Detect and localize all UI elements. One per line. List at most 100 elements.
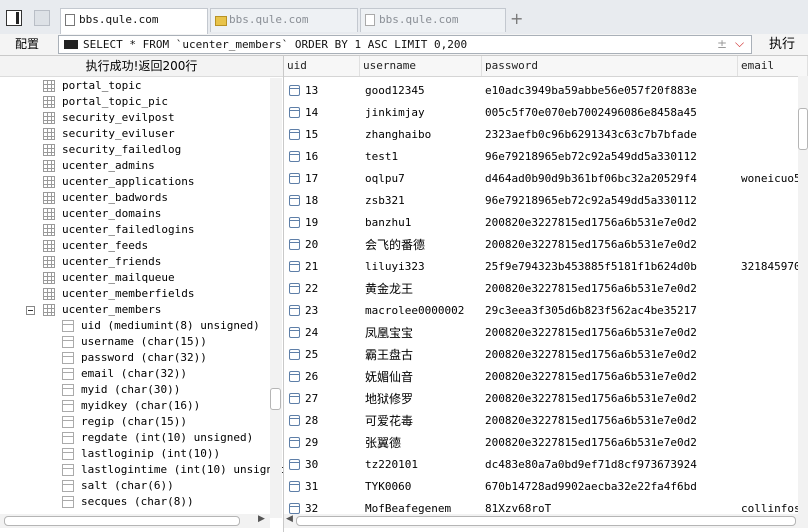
- tree-item-column[interactable]: email (char(32)): [0, 366, 270, 382]
- scroll-thumb[interactable]: [798, 108, 808, 150]
- row-edit-icon[interactable]: [289, 415, 300, 426]
- tree-item-table[interactable]: ucenter_failedlogins: [0, 222, 270, 238]
- tree-item-table[interactable]: ucenter_friends: [0, 254, 270, 270]
- tree-vertical-scrollbar[interactable]: [270, 78, 282, 518]
- row-edit-icon[interactable]: [289, 107, 300, 118]
- tree-item-column[interactable]: secques (char(8)): [0, 494, 270, 510]
- tree-item-table[interactable]: ucenter_badwords: [0, 190, 270, 206]
- tree-item-column[interactable]: password (char(32)): [0, 350, 270, 366]
- arrow-left-icon[interactable]: ◀: [286, 514, 293, 524]
- tab-bbs-1[interactable]: bbs.qule.com: [60, 8, 208, 35]
- table-row[interactable]: 29 张翼德 200820e3227815ed1756a6b531e7e0d2: [284, 432, 808, 454]
- table-row[interactable]: 14 jinkimjay 005c5f70e070eb7002496086e8458…: [284, 102, 808, 124]
- tree-item-column[interactable]: regip (char(15)): [0, 414, 270, 430]
- tree-item-table[interactable]: security_evilpost: [0, 110, 270, 126]
- row-edit-icon[interactable]: [289, 349, 300, 360]
- tree-item-table[interactable]: ucenter_domains: [0, 206, 270, 222]
- row-edit-icon[interactable]: [289, 173, 300, 184]
- table-row[interactable]: 13 good12345 e10adc3949ba59abbe56e057f20f8…: [284, 80, 808, 102]
- row-edit-icon[interactable]: [289, 459, 300, 470]
- row-edit-icon[interactable]: [289, 393, 300, 404]
- table-name: ucenter_applications: [62, 175, 195, 188]
- row-edit-icon[interactable]: [289, 261, 300, 272]
- query-bar: 配置 SELECT * FROM `ucenter_members` ORDER…: [0, 34, 808, 56]
- tree-item-column[interactable]: username (char(15)): [0, 334, 270, 350]
- tree-item-table[interactable]: portal_topic_pic: [0, 94, 270, 110]
- arrow-right-icon[interactable]: ▶: [258, 514, 265, 524]
- column-header-email[interactable]: email: [738, 56, 808, 76]
- tree-item-table[interactable]: ucenter_mailqueue: [0, 270, 270, 286]
- table-row[interactable]: 20 会飞的番德 200820e3227815ed1756a6b531e7e0d2: [284, 234, 808, 256]
- panel-toggle-icon[interactable]: [6, 10, 22, 26]
- row-edit-icon[interactable]: [289, 327, 300, 338]
- history-updown-icon[interactable]: ±: [717, 37, 727, 51]
- table-row[interactable]: 22 黄金龙王 200820e3227815ed1756a6b531e7e0d2: [284, 278, 808, 300]
- table-row[interactable]: 19 banzhu1 200820e3227815ed1756a6b531e7e0d…: [284, 212, 808, 234]
- grid-view-icon[interactable]: [34, 10, 50, 26]
- scroll-thumb[interactable]: [4, 516, 240, 526]
- row-edit-icon[interactable]: [289, 305, 300, 316]
- tree-horizontal-scrollbar[interactable]: ▶: [0, 514, 270, 528]
- table-row[interactable]: 25 霸王盘古 200820e3227815ed1756a6b531e7e0d2: [284, 344, 808, 366]
- collapse-icon[interactable]: [26, 306, 35, 315]
- tree-item-column[interactable]: salt (char(6)): [0, 478, 270, 494]
- cell-password: 96e79218965eb72c92a549dd5a330112: [485, 194, 697, 207]
- row-edit-icon[interactable]: [289, 481, 300, 492]
- table-row[interactable]: 21 liluyi323 25f9e794323b453885f5181f1b624…: [284, 256, 808, 278]
- tree-item-table[interactable]: ucenter_applications: [0, 174, 270, 190]
- tree-item-column[interactable]: regdate (int(10) unsigned): [0, 430, 270, 446]
- tree-item-column[interactable]: myidkey (char(16)): [0, 398, 270, 414]
- result-grid-pane: uid username password email 13 good12345 e…: [284, 56, 808, 532]
- row-edit-icon[interactable]: [289, 437, 300, 448]
- scroll-thumb[interactable]: [296, 516, 796, 526]
- column-header-username[interactable]: username: [360, 56, 482, 76]
- row-edit-icon[interactable]: [289, 283, 300, 294]
- grid-horizontal-scrollbar[interactable]: ◀: [284, 514, 808, 528]
- table-row[interactable]: 18 zsb321 96e79218965eb72c92a549dd5a330112: [284, 190, 808, 212]
- table-row[interactable]: 31 TYK0060 670b14728ad9902aecba32e22fa4f6b…: [284, 476, 808, 498]
- table-row[interactable]: 26 妩媚仙音 200820e3227815ed1756a6b531e7e0d2: [284, 366, 808, 388]
- new-tab-button[interactable]: +: [510, 9, 523, 28]
- scroll-thumb[interactable]: [270, 388, 281, 410]
- cell-uid: 31: [305, 480, 319, 493]
- tree-item-table[interactable]: ucenter_memberfields: [0, 286, 270, 302]
- table-row[interactable]: 23 macrolee0000002 29c3eea3f305d6b823f562a…: [284, 300, 808, 322]
- tree-item-column[interactable]: lastlogintime (int(10) unsigned: [0, 462, 283, 478]
- column-icon: [62, 480, 74, 492]
- config-button[interactable]: 配置: [4, 35, 50, 54]
- column-header-password[interactable]: password: [482, 56, 738, 76]
- table-row[interactable]: 17 oqlpu7 d464ad0b90d9b361bf06bc32a20529f4…: [284, 168, 808, 190]
- sql-input[interactable]: SELECT * FROM `ucenter_members` ORDER BY…: [58, 35, 752, 54]
- tree-item-column[interactable]: myid (char(30)): [0, 382, 270, 398]
- row-edit-icon[interactable]: [289, 195, 300, 206]
- tree-item-column[interactable]: uid (mediumint(8) unsigned): [0, 318, 270, 334]
- row-edit-icon[interactable]: [289, 129, 300, 140]
- tree-item-table[interactable]: security_failedlog: [0, 142, 270, 158]
- table-row[interactable]: 16 test1 96e79218965eb72c92a549dd5a330112: [284, 146, 808, 168]
- row-edit-icon[interactable]: [289, 503, 300, 514]
- tree-item-table-expanded[interactable]: ucenter_members: [0, 302, 270, 318]
- run-button[interactable]: 执行: [760, 35, 804, 54]
- table-row[interactable]: 15 zhanghaibo 2323aefb0c96b6291343c63c7b7b…: [284, 124, 808, 146]
- tree-item-column[interactable]: lastloginip (int(10)): [0, 446, 270, 462]
- table-row[interactable]: 24 凤凰宝宝 200820e3227815ed1756a6b531e7e0d2: [284, 322, 808, 344]
- tab-bbs-3[interactable]: bbs.qule.com: [360, 8, 506, 32]
- table-row[interactable]: 28 可爱花毒 200820e3227815ed1756a6b531e7e0d2: [284, 410, 808, 432]
- tab-bbs-2[interactable]: bbs.qule.com: [210, 8, 358, 32]
- table-name: ucenter_members: [62, 303, 162, 316]
- row-edit-icon[interactable]: [289, 239, 300, 250]
- chevron-down-icon[interactable]: ⌵: [735, 36, 744, 51]
- row-edit-icon[interactable]: [289, 217, 300, 228]
- row-edit-icon[interactable]: [289, 151, 300, 162]
- cell-uid: 21: [305, 260, 319, 273]
- tree-item-table[interactable]: portal_topic: [0, 78, 270, 94]
- row-edit-icon[interactable]: [289, 371, 300, 382]
- table-row[interactable]: 30 tz220101 dc483e80a7a0bd9ef71d8cf9736739…: [284, 454, 808, 476]
- row-edit-icon[interactable]: [289, 85, 300, 96]
- tree-item-table[interactable]: ucenter_admins: [0, 158, 270, 174]
- grid-vertical-scrollbar[interactable]: [798, 76, 808, 516]
- column-header-uid[interactable]: uid: [284, 56, 360, 76]
- tree-item-table[interactable]: ucenter_feeds: [0, 238, 270, 254]
- table-row[interactable]: 27 地狱修罗 200820e3227815ed1756a6b531e7e0d2: [284, 388, 808, 410]
- tree-item-table[interactable]: security_eviluser: [0, 126, 270, 142]
